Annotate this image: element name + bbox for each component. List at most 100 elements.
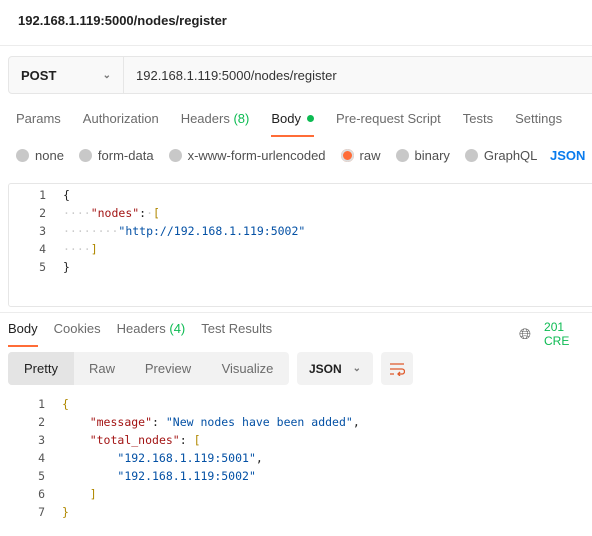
request-tabs: Params Authorization Headers (8) Body Pre-re…	[16, 111, 584, 137]
tab-count: (8)	[233, 111, 250, 126]
status-dot-icon	[306, 115, 314, 122]
tab-settings[interactable]: Settings	[515, 111, 562, 126]
body-type-options: none form-data x-www-form-urlencoded raw bin…	[16, 148, 552, 163]
tab-tests[interactable]: Tests	[463, 111, 493, 126]
code-line: }	[62, 503, 69, 521]
code-line: ········"http://192.168.1.119:5002"	[63, 222, 305, 240]
code-token: :	[152, 415, 166, 429]
line-number: 2	[38, 415, 45, 429]
tab-label: Pre-request Script	[335, 111, 441, 126]
code-token: ,	[255, 451, 263, 465]
method-label: POST	[21, 67, 57, 83]
tab-label: Body	[271, 111, 301, 126]
tab-label: Headers	[180, 111, 230, 126]
url-input[interactable]: 192.168.1.119:5000/nodes/register	[124, 68, 337, 83]
tab-cookies[interactable]: Cookies	[54, 321, 101, 336]
radio-label: GraphQL	[483, 148, 538, 163]
globe-icon[interactable]: 🌐︎	[519, 326, 531, 343]
tab-body[interactable]: Body	[271, 111, 314, 137]
code-token: "message"	[89, 415, 153, 429]
view-mode-visualize[interactable]: Visualize	[206, 352, 289, 385]
body-format-select[interactable]: JSON	[550, 148, 585, 163]
view-mode-tabs: Pretty Raw Preview Visualize	[8, 352, 289, 385]
response-format-select[interactable]: JSON ⌄	[297, 352, 373, 385]
radio-raw[interactable]: raw	[340, 148, 381, 163]
tab-count: (4)	[169, 321, 186, 336]
line-number: 6	[38, 487, 45, 501]
line-number: 2	[39, 206, 46, 220]
chevron-down-icon: ⌄	[352, 363, 361, 374]
code-line: ····]	[63, 240, 98, 258]
radio-none[interactable]: none	[16, 148, 64, 163]
line-number: 5	[38, 469, 45, 483]
code-token: ,	[352, 415, 360, 429]
line-number: 1	[38, 397, 45, 411]
code-token: "nodes"	[90, 206, 140, 220]
radio-form-data[interactable]: form-data	[78, 148, 154, 163]
code-line: }	[63, 258, 70, 276]
radio-button-icon	[464, 149, 478, 162]
line-number: 7	[38, 505, 45, 519]
radio-label: raw	[359, 148, 381, 163]
tab-pre-request-script[interactable]: Pre-request Script	[336, 111, 441, 126]
radio-button-icon	[168, 149, 182, 162]
view-mode-pretty[interactable]: Pretty	[8, 352, 74, 385]
code-token: :	[179, 433, 194, 447]
tab-body[interactable]: Body	[8, 321, 38, 347]
line-number: 4	[38, 451, 45, 465]
view-mode-raw[interactable]: Raw	[74, 352, 130, 385]
code-token: ]	[90, 242, 98, 256]
code-line: {	[62, 395, 69, 413]
code-token: "total_nodes"	[89, 433, 180, 447]
code-token: "New nodes have been added"	[165, 415, 353, 429]
wrap-icon	[390, 362, 405, 376]
radio-x-www-form-urlencoded[interactable]: x-www-form-urlencoded	[168, 148, 326, 163]
divider	[0, 312, 592, 313]
tab-label: Cookies	[53, 321, 101, 336]
line-number: 3	[38, 433, 45, 447]
radio-button-icon	[395, 149, 409, 162]
code-line: ]	[62, 485, 97, 503]
tab-label: Settings	[515, 111, 563, 126]
line-number: 5	[39, 260, 46, 274]
request-title: 192.168.1.119:5000/nodes/register	[18, 13, 227, 28]
code-token: [	[193, 433, 201, 447]
code-token: ·	[146, 206, 154, 220]
view-mode-preview[interactable]: Preview	[130, 352, 206, 385]
wrap-lines-button[interactable]	[381, 352, 413, 385]
radio-binary[interactable]: binary	[395, 148, 450, 163]
code-token: "192.168.1.119:5002"	[117, 469, 256, 483]
code-token: "192.168.1.119:5001"	[117, 451, 256, 465]
code-token: "http://192.168.1.119:5002"	[118, 224, 306, 238]
code-token: ····	[63, 206, 91, 220]
tab-params[interactable]: Params	[16, 111, 61, 126]
tab-label: Tests	[462, 111, 494, 126]
tab-headers[interactable]: Headers (4)	[117, 321, 186, 336]
code-line: "total_nodes": [	[62, 431, 201, 449]
radio-GraphQL[interactable]: GraphQL	[464, 148, 538, 163]
tab-test-results[interactable]: Test Results	[201, 321, 272, 336]
code-line: ····"nodes":·[	[63, 204, 160, 222]
tab-label: Headers	[116, 321, 166, 336]
method-select[interactable]: POST ⌄	[9, 57, 124, 93]
code-token: {	[62, 397, 69, 411]
format-label: JSON	[309, 361, 342, 376]
line-number: 4	[39, 242, 46, 256]
code-token: }	[62, 505, 69, 519]
radio-label: none	[35, 148, 64, 163]
tab-authorization[interactable]: Authorization	[83, 111, 159, 126]
radio-label: form-data	[97, 148, 154, 163]
tab-headers[interactable]: Headers (8)	[181, 111, 250, 126]
code-token: [	[153, 206, 160, 220]
radio-button-icon	[16, 149, 29, 162]
status-code: 201 CRE	[544, 320, 570, 348]
radio-label: x-www-form-urlencoded	[187, 148, 326, 163]
request-body-editor[interactable]: 1{2 ····"nodes":·[3 ········"http://192.16…	[8, 183, 592, 307]
tab-label: Authorization	[82, 111, 159, 126]
code-token: ····	[63, 242, 91, 256]
